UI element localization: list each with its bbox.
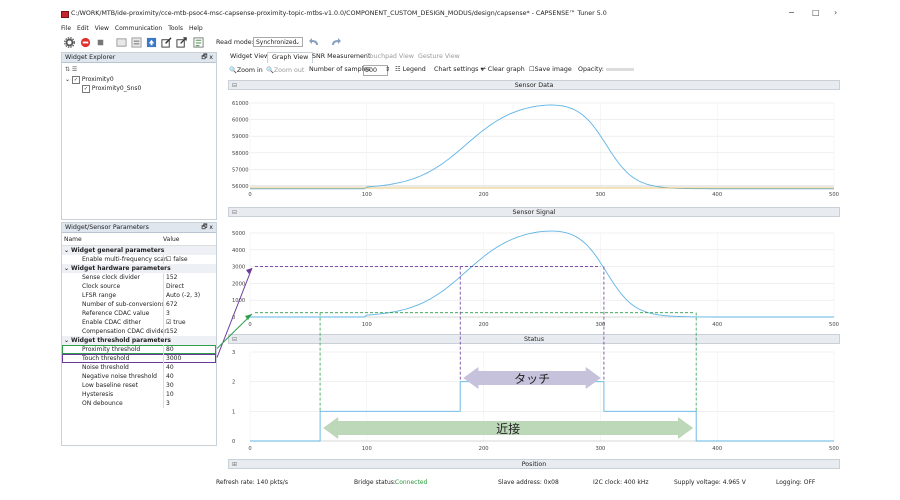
y-tick-label: 2000 [232,281,245,287]
x-tick-label: 100 [362,446,372,452]
y-tick-label: 58000 [232,151,249,157]
y-tick-label: 60000 [232,118,249,124]
supply-voltage: Supply voltage: 4.965 V [674,479,746,486]
y-tick-label: 57000 [232,167,249,173]
y-tick-label: 4000 [232,248,245,254]
touch-annotation-label: タッチ [514,372,550,386]
y-tick-label: 3000 [232,265,245,271]
y-tick-label: 0 [232,439,235,445]
chart-plot-bg [228,91,840,200]
x-tick-label: 400 [712,322,722,328]
refresh-rate: Refresh rate: 140 pkts/s [216,479,288,486]
x-tick-label: 200 [479,446,489,452]
y-tick-label: 3 [232,350,235,356]
x-tick-label: 400 [712,192,722,198]
y-tick-label: 59000 [232,134,249,140]
y-tick-label: 56000 [232,184,249,190]
x-tick-label: 100 [362,192,372,198]
x-tick-label: 0 [248,446,251,452]
x-tick-label: 400 [712,446,722,452]
x-tick-label: 0 [248,322,251,328]
logging-status: Logging: OFF [776,479,816,486]
y-tick-label: 61000 [232,101,249,107]
x-tick-label: 0 [248,192,251,198]
x-tick-label: 500 [829,192,839,198]
x-tick-label: 500 [829,322,839,328]
y-tick-label: 1 [232,409,235,415]
x-tick-label: 200 [479,322,489,328]
y-tick-label: 5000 [232,231,245,237]
i2c-clock: I2C clock: 400 kHz [593,479,649,486]
bridge-status-value: Connected [395,479,428,486]
x-tick-label: 500 [829,446,839,452]
charts-area: 6100060000590005800057000560000 100 200 300… [216,91,840,477]
status-bar: Refresh rate: 140 pkts/s Bridge status: … [61,477,841,489]
slave-address: Slave address: 0x08 [498,479,559,486]
x-tick-label: 300 [595,192,605,198]
x-tick-label: 200 [479,192,489,198]
position-plot-bg [228,469,840,477]
bridge-status-label: Bridge status: [354,479,396,486]
proximity-annotation-label: 近接 [496,421,520,436]
x-tick-label: 100 [362,322,372,328]
y-tick-label: 2 [232,380,235,386]
x-tick-label: 300 [595,446,605,452]
